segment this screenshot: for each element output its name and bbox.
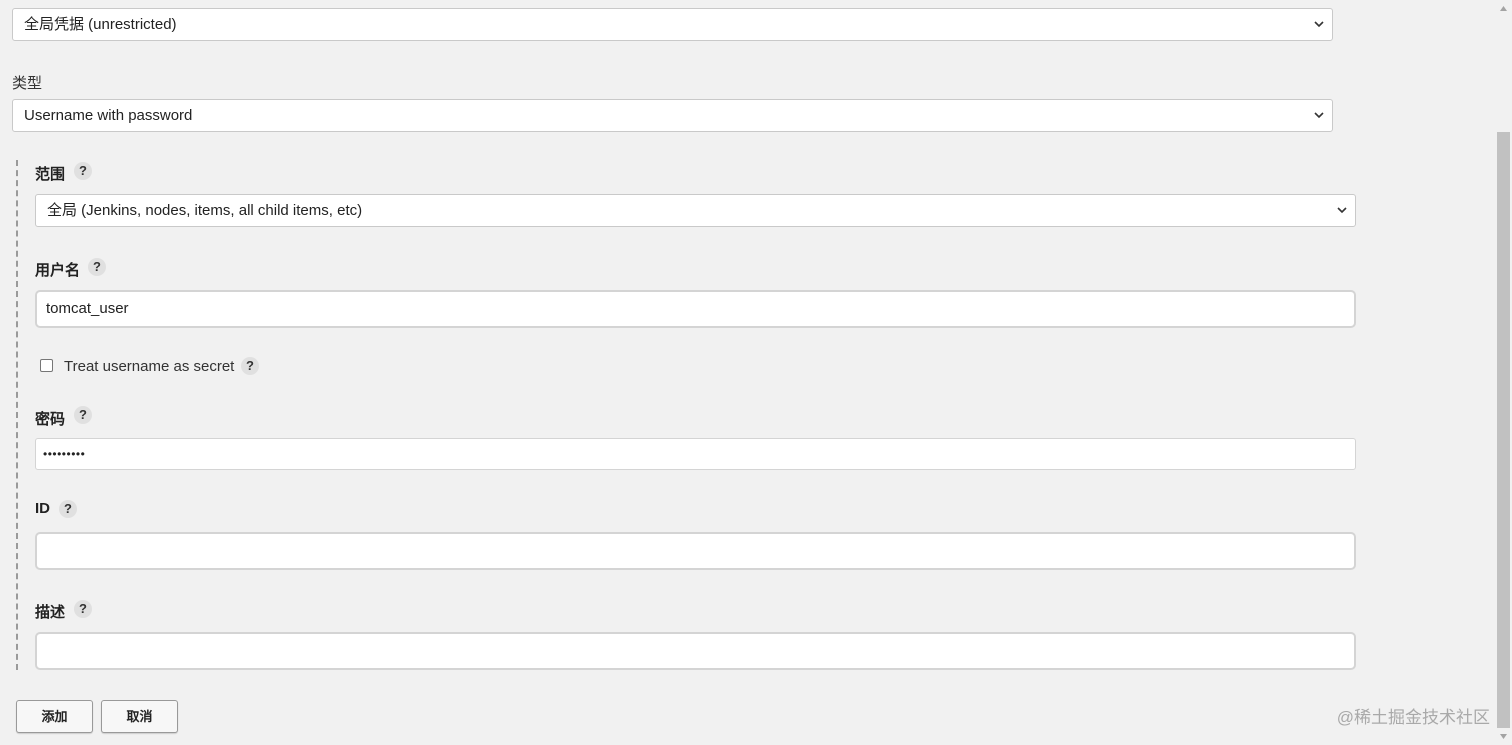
description-label: 描述: [35, 604, 66, 621]
add-button[interactable]: 添加: [16, 700, 93, 733]
cancel-button[interactable]: 取消: [101, 700, 178, 733]
password-input[interactable]: •••••••••: [35, 438, 1356, 470]
description-input[interactable]: [35, 632, 1356, 670]
scope-label: 范围: [35, 166, 66, 183]
username-value: tomcat_user: [46, 300, 129, 317]
kind-value: Username with password: [24, 107, 193, 124]
kind-select[interactable]: Username with password: [12, 99, 1333, 132]
id-label: ID: [35, 500, 50, 517]
scroll-up-icon[interactable]: [1499, 4, 1508, 13]
nested-section-border: [16, 160, 18, 670]
scrollbar-thumb[interactable]: [1497, 132, 1510, 728]
kind-label: 类型: [12, 75, 43, 92]
credential-store-value: 全局凭据 (unrestricted): [24, 16, 177, 33]
username-label: 用户名: [35, 262, 81, 279]
id-help-icon[interactable]: ?: [59, 500, 77, 518]
credential-store-select[interactable]: 全局凭据 (unrestricted): [12, 8, 1333, 41]
scope-value: 全局 (Jenkins, nodes, items, all child ite…: [47, 202, 363, 219]
secret-help-icon[interactable]: ?: [241, 357, 259, 375]
scroll-down-icon[interactable]: [1499, 732, 1508, 741]
password-masked-value: •••••••••: [43, 447, 86, 461]
scope-select[interactable]: 全局 (Jenkins, nodes, items, all child ite…: [35, 194, 1356, 227]
username-input[interactable]: tomcat_user: [35, 290, 1356, 328]
credentials-form-page: 全局凭据 (unrestricted) 类型 Username with pas…: [0, 0, 1512, 745]
chevron-down-icon: [1336, 195, 1348, 226]
description-help-icon[interactable]: ?: [74, 600, 92, 618]
chevron-down-icon: [1313, 9, 1325, 40]
secret-checkbox[interactable]: [40, 359, 53, 372]
id-input[interactable]: [35, 532, 1356, 570]
secret-checkbox-label[interactable]: Treat username as secret: [64, 358, 234, 375]
watermark: @稀土掘金技术社区: [1336, 708, 1490, 727]
password-label: 密码: [35, 411, 66, 428]
chevron-down-icon: [1313, 100, 1325, 131]
username-help-icon[interactable]: ?: [88, 258, 106, 276]
vertical-scrollbar[interactable]: [1495, 0, 1512, 745]
scope-help-icon[interactable]: ?: [74, 162, 92, 180]
password-help-icon[interactable]: ?: [74, 406, 92, 424]
